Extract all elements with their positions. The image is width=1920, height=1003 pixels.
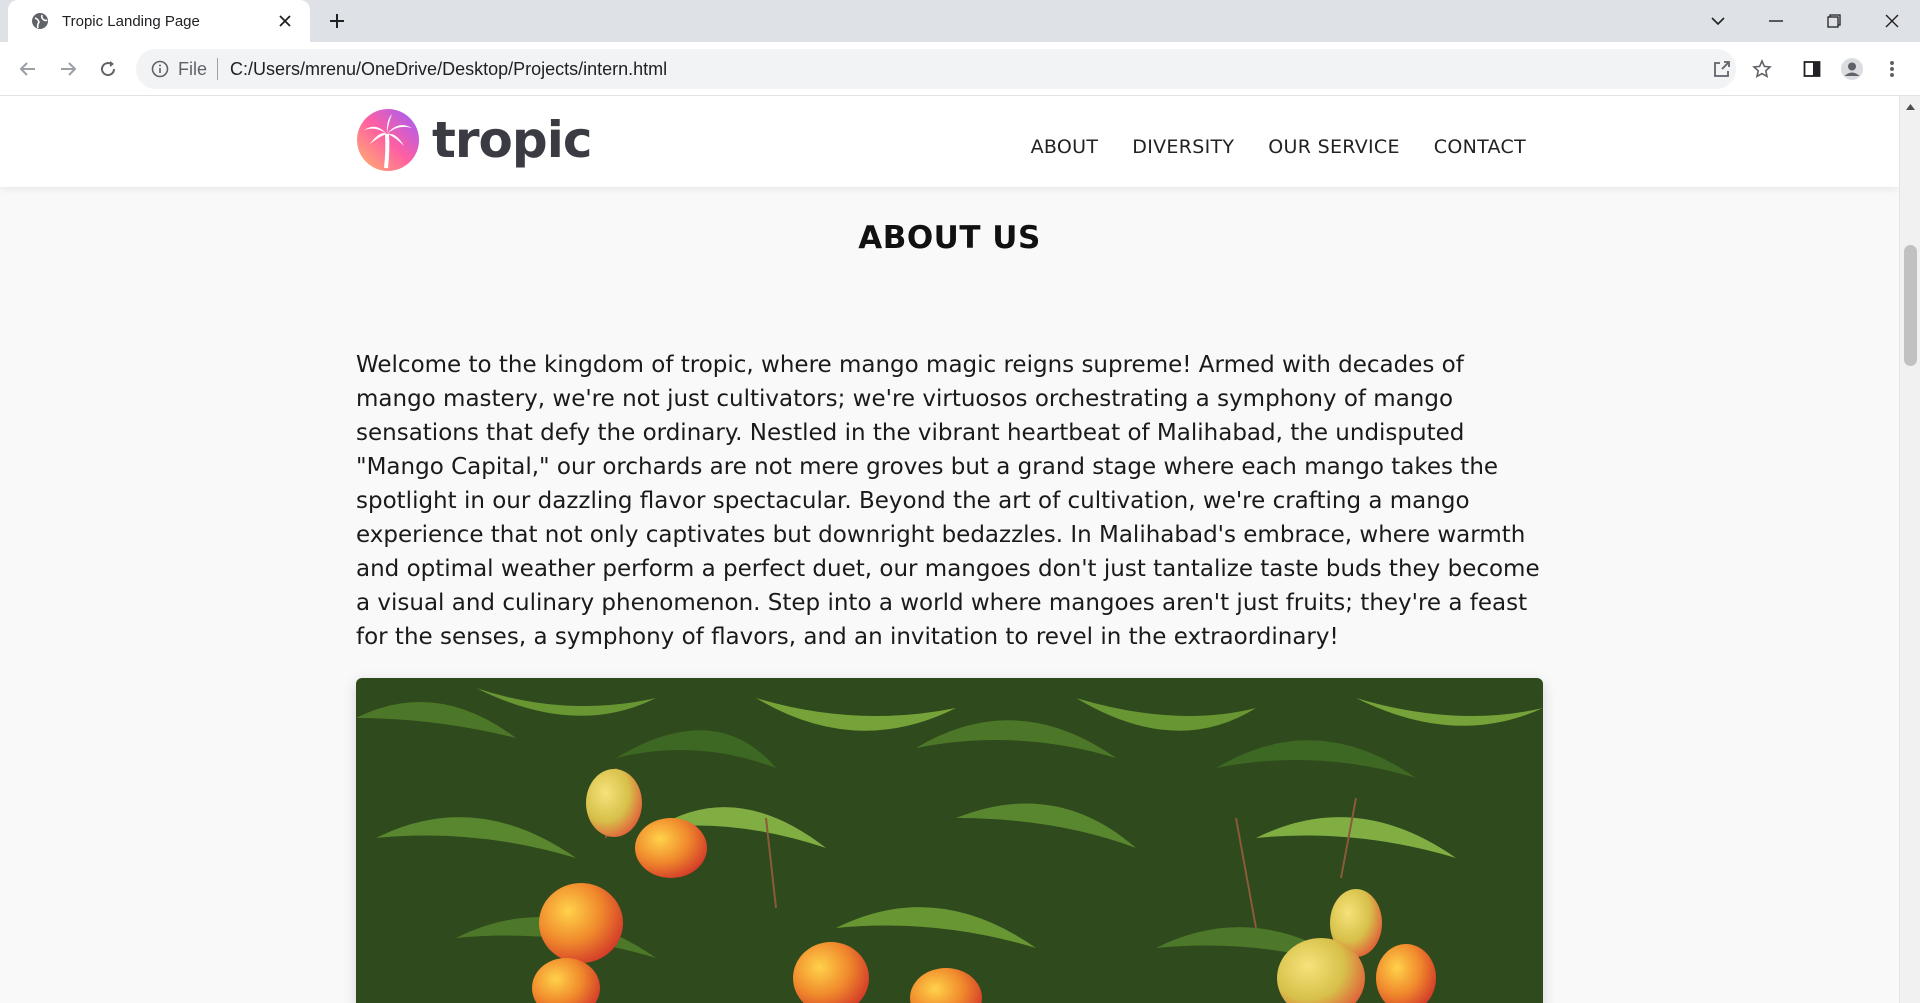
nav-contact[interactable]: CONTACT: [1434, 136, 1526, 158]
site-logo[interactable]: tropic: [356, 108, 592, 172]
about-paragraph: Welcome to the kingdom of tropic, where …: [356, 352, 1540, 650]
main-nav: ABOUT DIVERSITY OUR SERVICE CONTACT: [1031, 136, 1526, 158]
info-icon[interactable]: [150, 59, 170, 79]
tab-search-icon[interactable]: [1690, 0, 1746, 42]
address-divider: [217, 58, 219, 80]
share-icon[interactable]: [1706, 53, 1738, 85]
scrollbar-thumb[interactable]: [1904, 245, 1917, 366]
bookmark-star-icon[interactable]: [1746, 53, 1778, 85]
profile-avatar-icon[interactable]: [1836, 53, 1868, 85]
restore-icon[interactable]: [1806, 0, 1862, 42]
globe-icon: [30, 11, 50, 31]
logo-text: tropic: [432, 111, 592, 169]
about-heading: ABOUT US: [858, 220, 1041, 256]
mango-tree-image: [356, 678, 1543, 1003]
minimize-icon[interactable]: [1748, 0, 1804, 42]
nav-diversity[interactable]: DIVERSITY: [1132, 136, 1234, 158]
new-tab-button[interactable]: [322, 8, 352, 34]
browser-tab[interactable]: Tropic Landing Page: [8, 0, 310, 42]
address-bar[interactable]: File C:/Users/mrenu/OneDrive/Desktop/Pro…: [136, 49, 1736, 89]
tab-strip: Tropic Landing Page: [0, 0, 1920, 42]
close-window-icon[interactable]: [1864, 0, 1920, 42]
browser-toolbar: File C:/Users/mrenu/OneDrive/Desktop/Pro…: [0, 42, 1920, 96]
side-panel-icon[interactable]: [1796, 53, 1828, 85]
menu-kebab-icon[interactable]: [1876, 53, 1908, 85]
address-scheme: File: [178, 58, 208, 79]
palm-logo-icon: [357, 109, 419, 171]
back-arrow-icon[interactable]: [12, 53, 44, 85]
forward-arrow-icon[interactable]: [52, 53, 84, 85]
reload-icon[interactable]: [92, 53, 124, 85]
close-tab-icon[interactable]: [274, 10, 296, 32]
scroll-up-arrow-icon[interactable]: [1900, 96, 1920, 117]
nav-our-service[interactable]: OUR SERVICE: [1268, 136, 1400, 158]
vertical-scrollbar[interactable]: [1899, 96, 1920, 1003]
site-header: tropic ABOUT DIVERSITY OUR SERVICE CONTA…: [0, 96, 1899, 187]
address-url[interactable]: C:/Users/mrenu/OneDrive/Desktop/Projects…: [230, 59, 667, 80]
page-viewport: tropic ABOUT DIVERSITY OUR SERVICE CONTA…: [0, 96, 1920, 1003]
nav-about[interactable]: ABOUT: [1031, 136, 1099, 158]
tab-title: Tropic Landing Page: [62, 12, 200, 30]
